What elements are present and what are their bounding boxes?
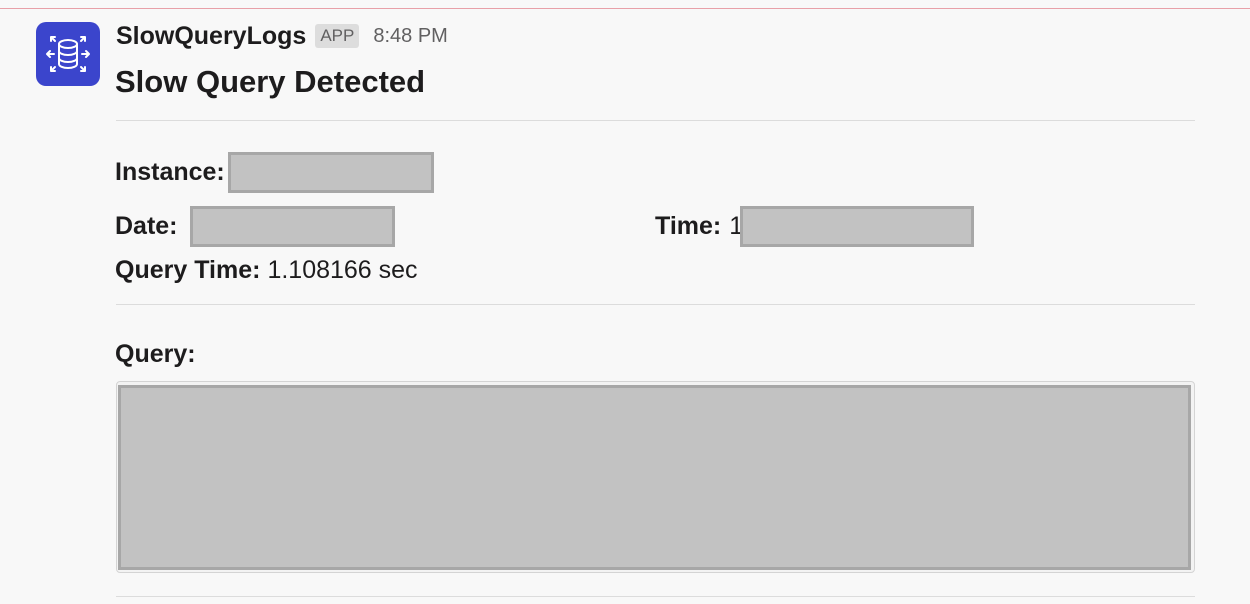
instance-label: Instance: <box>115 158 225 186</box>
query-time-field: Query Time: 1.108166 sec <box>115 256 418 285</box>
query-label: Query: <box>115 340 196 368</box>
date-field: Date: <box>115 206 395 247</box>
divider-bottom <box>116 596 1195 597</box>
message-header: SlowQueryLogs APP 8:48 PM <box>116 20 448 52</box>
database-icon <box>46 36 90 72</box>
app-badge: APP <box>315 24 360 48</box>
query-value-redacted <box>118 385 1191 570</box>
time-field: Time: 1 <box>655 206 975 247</box>
query-field: Query: <box>115 340 196 369</box>
instance-field: Instance: <box>115 152 434 193</box>
app-avatar[interactable] <box>36 22 100 86</box>
date-label: Date: <box>115 212 178 240</box>
time-label: Time: <box>655 212 722 240</box>
query-time-label: Query Time: <box>115 256 261 284</box>
message-title: Slow Query Detected <box>115 64 426 99</box>
new-messages-line <box>0 8 1250 9</box>
query-time-value: 1.108166 sec <box>267 256 418 284</box>
time-value-redacted <box>740 206 975 247</box>
divider-top <box>116 120 1195 121</box>
instance-value-redacted <box>227 152 434 193</box>
app-name-link[interactable]: SlowQueryLogs <box>116 22 306 51</box>
message-timestamp[interactable]: 8:48 PM <box>373 25 447 48</box>
divider-middle <box>116 304 1195 305</box>
date-value-redacted <box>189 206 395 247</box>
